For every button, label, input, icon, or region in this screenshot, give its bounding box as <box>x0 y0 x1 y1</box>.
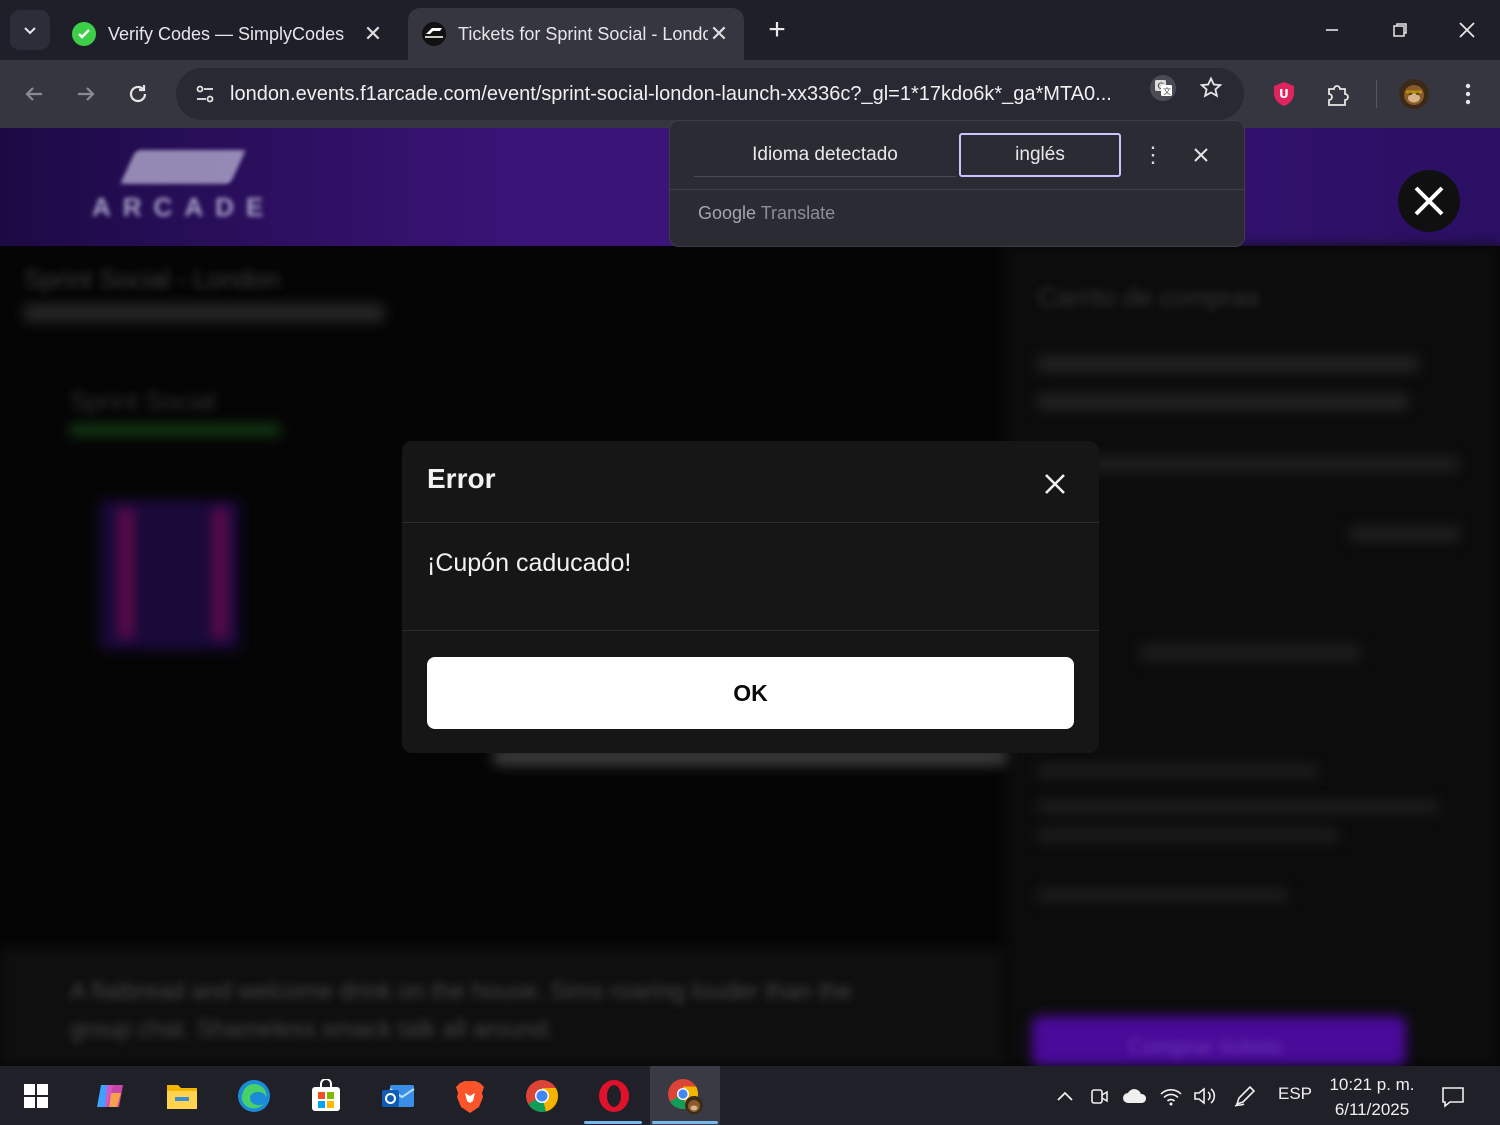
close-tab-icon[interactable]: ✕ <box>708 21 730 47</box>
opera-icon[interactable] <box>592 1074 636 1118</box>
arrow-right-icon <box>78 87 95 101</box>
blurred-line <box>1038 888 1288 902</box>
chrome-profile-icon[interactable] <box>663 1074 707 1118</box>
dialog-divider <box>402 630 1099 631</box>
opera-running-indicator <box>584 1121 642 1124</box>
show-hidden-icons-chevron[interactable] <box>1050 1082 1080 1110</box>
tab-strip: Verify Codes — SimplyCodes ✕ Tickets for… <box>0 0 1500 60</box>
minimize-icon <box>1326 29 1338 31</box>
blurred-line <box>1038 828 1338 842</box>
description-line: group chat. Shameless smack talk all aro… <box>70 1016 555 1043</box>
clock-date: 6/11/2025 <box>1334 1100 1410 1119</box>
new-tab-button[interactable]: + <box>760 14 794 48</box>
blurred-line <box>1038 764 1318 778</box>
restore-button[interactable] <box>1370 10 1430 50</box>
tab-f1arcade[interactable]: Tickets for Sprint Social - London ✕ <box>408 8 744 60</box>
edge-icon[interactable] <box>232 1074 276 1118</box>
svg-text:U: U <box>1279 87 1289 101</box>
copilot-icon[interactable] <box>88 1074 132 1118</box>
tab-title: Tickets for Sprint Social - London <box>458 23 708 44</box>
input-language-indicator[interactable]: ESP <box>1278 1084 1312 1104</box>
translate-options-icon[interactable]: ⋮ <box>1138 139 1168 171</box>
bookmark-star-icon[interactable] <box>1194 71 1228 105</box>
close-window-button[interactable] <box>1437 10 1497 50</box>
description-line: A flatbread and welcome drink on the hou… <box>70 978 852 1005</box>
close-icon <box>1459 22 1475 38</box>
detected-language-tab[interactable]: Idioma detectado <box>694 133 956 177</box>
arrow-left-icon <box>25 87 42 101</box>
tab-search-button[interactable] <box>10 10 50 50</box>
english-language-tab[interactable]: inglés <box>959 133 1121 177</box>
event-image-stripe <box>118 508 134 638</box>
event-image-stripe <box>212 508 228 638</box>
toolbar-separator <box>1376 80 1377 108</box>
blurred-line <box>1140 644 1360 662</box>
profile-avatar[interactable] <box>1394 74 1434 114</box>
translate-icon[interactable]: G文 <box>1146 71 1180 105</box>
ok-button[interactable]: OK <box>427 657 1074 729</box>
dialog-divider <box>402 522 1099 523</box>
back-button[interactable] <box>14 74 54 114</box>
cart-title: Carrito de compras <box>1038 282 1260 312</box>
event-title: Sprint Social - London <box>24 264 280 294</box>
close-tab-icon[interactable]: ✕ <box>362 21 384 47</box>
blurred-subtitle <box>24 304 384 322</box>
chevron-down-icon <box>24 27 36 35</box>
browser-menu-icon[interactable] <box>1448 74 1488 114</box>
brave-icon[interactable] <box>448 1074 492 1118</box>
start-button[interactable] <box>14 1074 58 1118</box>
reload-button[interactable] <box>118 74 158 114</box>
url-text: london.events.f1arcade.com/event/sprint-… <box>230 82 1112 105</box>
svg-text:文: 文 <box>1163 86 1171 96</box>
availability-bar <box>70 424 280 436</box>
windows-taskbar: ESP 10:21 p. m. 6/11/2025 <box>0 1066 1500 1125</box>
tab-title: Verify Codes — SimplyCodes <box>108 23 345 44</box>
minimize-button[interactable] <box>1302 10 1362 50</box>
translate-close-icon[interactable] <box>1184 139 1218 171</box>
page-close-icon[interactable] <box>1398 170 1460 232</box>
f1-arcade-logo: ARCADE <box>92 150 272 222</box>
address-bar[interactable]: london.events.f1arcade.com/event/sprint-… <box>176 68 1244 120</box>
blurred-line <box>1038 356 1418 372</box>
translate-divider <box>670 189 1244 190</box>
browser-toolbar: london.events.f1arcade.com/event/sprint-… <box>0 60 1500 128</box>
buy-tickets-label: Comprar tickets <box>1128 1034 1283 1059</box>
windows-logo-icon <box>24 1084 48 1108</box>
file-explorer-icon[interactable] <box>160 1074 204 1118</box>
notification-center-icon[interactable] <box>1436 1082 1470 1112</box>
volume-icon[interactable] <box>1190 1082 1220 1110</box>
forward-button[interactable] <box>66 74 106 114</box>
site-info-icon[interactable] <box>190 79 220 109</box>
dialog-close-button[interactable] <box>1038 467 1072 501</box>
f1-arcade-icon <box>422 22 446 46</box>
system-clock[interactable]: 10:21 p. m. 6/11/2025 <box>1320 1072 1424 1122</box>
chrome-active-indicator <box>652 1121 718 1124</box>
ublock-shield-icon[interactable]: U <box>1264 74 1304 114</box>
restore-icon <box>1393 23 1407 37</box>
simplycodes-icon <box>72 22 96 46</box>
pen-icon[interactable] <box>1230 1082 1260 1110</box>
clock-time: 10:21 p. m. <box>1329 1075 1415 1094</box>
dialog-title: Error <box>427 463 496 494</box>
google-translate-brand: Google Translate <box>698 203 836 223</box>
dialog-message: ¡Cupón caducado! <box>427 549 632 577</box>
ticket-title: Sprint Social <box>70 386 216 416</box>
onedrive-cloud-icon[interactable] <box>1120 1082 1150 1110</box>
blurred-line <box>1038 800 1438 814</box>
description-section <box>0 948 1004 1066</box>
microsoft-store-icon[interactable] <box>304 1074 348 1118</box>
blurred-line <box>1038 394 1408 410</box>
chrome-icon[interactable] <box>520 1074 564 1118</box>
blurred-line <box>1350 526 1460 542</box>
tab-simplycodes[interactable]: Verify Codes — SimplyCodes ✕ <box>58 8 398 60</box>
wifi-icon[interactable] <box>1156 1082 1186 1110</box>
blurred-line <box>1038 456 1458 472</box>
outlook-icon[interactable] <box>376 1074 420 1118</box>
meet-now-icon[interactable] <box>1085 1082 1115 1110</box>
reload-icon <box>129 85 147 103</box>
extensions-puzzle-icon[interactable] <box>1318 74 1358 114</box>
close-icon <box>1045 474 1065 494</box>
translate-popup: Idioma detectado inglés ⋮ Google Transla… <box>669 120 1245 247</box>
error-dialog: Error ¡Cupón caducado! OK <box>402 441 1099 753</box>
